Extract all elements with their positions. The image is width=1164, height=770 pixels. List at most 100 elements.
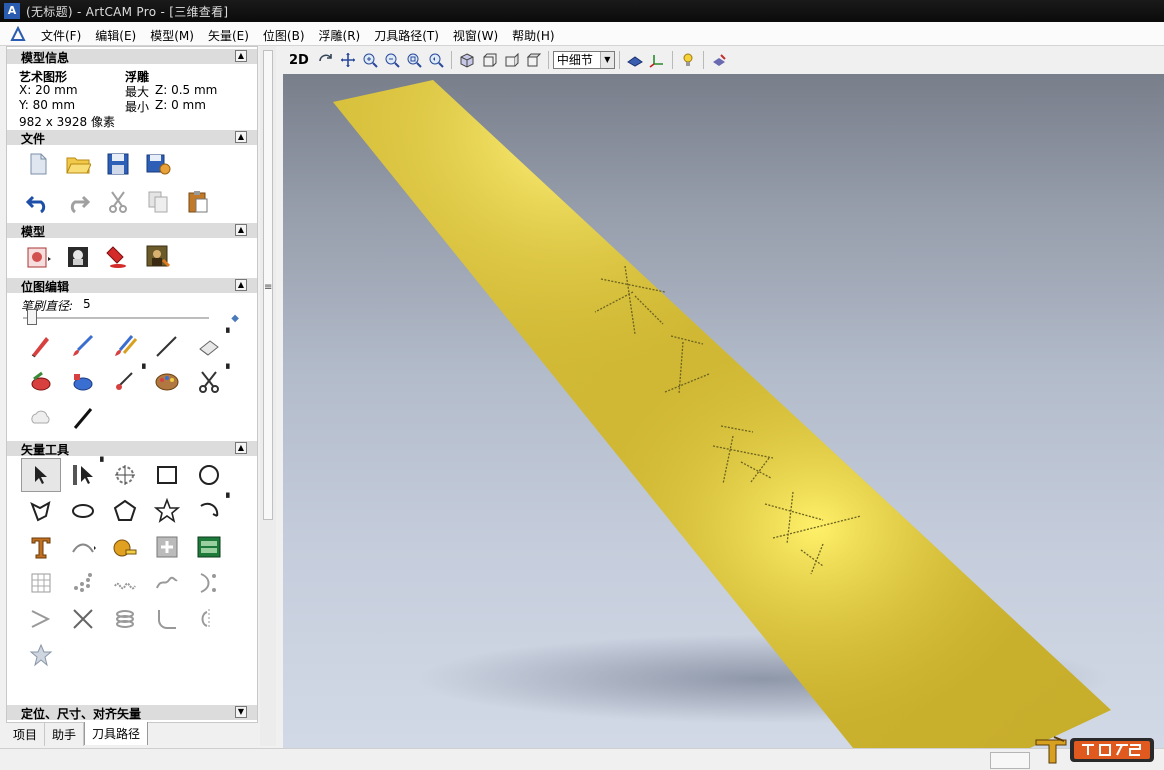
stack-rings-icon[interactable] <box>105 602 145 636</box>
line-pen-icon[interactable] <box>147 329 187 363</box>
rectangle-icon[interactable] <box>147 458 187 492</box>
multi-brush-icon[interactable] <box>105 329 145 363</box>
scissors-bitmap-icon[interactable]: ▘ <box>189 365 233 399</box>
menu-vector[interactable]: 矢量(E) <box>201 27 256 44</box>
draw-plane-icon[interactable] <box>624 49 646 71</box>
vector-tools-header[interactable]: 矢量工具 ▲ <box>7 441 257 457</box>
star-icon[interactable] <box>147 494 187 528</box>
collapse-icon[interactable]: ▲ <box>235 279 247 291</box>
pen-black-icon[interactable] <box>63 401 103 435</box>
brush-blue-icon[interactable] <box>63 329 103 363</box>
chevron-down-icon[interactable]: ▼ <box>599 52 614 68</box>
copy-icon[interactable] <box>143 187 173 217</box>
axes-icon[interactable] <box>646 49 668 71</box>
save-disk-icon[interactable] <box>103 149 133 179</box>
cut-icon[interactable] <box>103 187 133 217</box>
brush-size-slider-thumb[interactable] <box>27 309 38 325</box>
wave-path-icon[interactable] <box>105 566 145 600</box>
transform-icon[interactable] <box>105 458 145 492</box>
zoom-in-icon[interactable] <box>359 49 381 71</box>
view-toolbar: 2D 中细节 ▼ <box>283 46 1164 74</box>
arc-icon[interactable]: ▘ <box>189 494 233 528</box>
circle-icon[interactable] <box>189 458 229 492</box>
fill-red-icon[interactable] <box>21 365 61 399</box>
expand-icon[interactable]: ▼ <box>235 706 247 718</box>
detail-level-select[interactable]: 中细节 ▼ <box>552 51 615 69</box>
menu-edit[interactable]: 编辑(E) <box>88 27 143 44</box>
panel-scrollbar[interactable]: ≡ <box>260 46 276 746</box>
paste-icon[interactable] <box>183 187 213 217</box>
tab-assistant[interactable]: 助手 <box>45 723 85 746</box>
open-folder-icon[interactable] <box>63 149 93 179</box>
menu-bitmap[interactable]: 位图(B) <box>256 27 312 44</box>
save-as-icon[interactable] <box>143 149 173 179</box>
menu-window[interactable]: 视窗(W) <box>446 27 505 44</box>
menu-file[interactable]: 文件(F) <box>34 27 88 44</box>
front-view-icon[interactable] <box>478 49 500 71</box>
rotate-view-icon[interactable] <box>315 49 337 71</box>
brush-size-slider[interactable] <box>23 317 209 319</box>
new-file-icon[interactable] <box>23 149 53 179</box>
ellipse-icon[interactable] <box>63 494 103 528</box>
polyline-icon[interactable] <box>21 494 61 528</box>
smooth-curve-icon[interactable] <box>147 566 187 600</box>
zoom-out-icon[interactable] <box>381 49 403 71</box>
collapse-icon[interactable]: ▲ <box>235 442 247 454</box>
paint-bucket-icon[interactable] <box>103 242 133 272</box>
star-relief-icon[interactable] <box>21 638 61 672</box>
zoom-fit-icon[interactable] <box>403 49 425 71</box>
palette-icon[interactable] <box>147 365 187 399</box>
model-info-header[interactable]: 模型信息 ▲ <box>7 49 257 65</box>
text-tool-icon[interactable] <box>21 530 61 564</box>
toolbar-separator <box>671 51 673 69</box>
model-setup-icon[interactable] <box>23 242 53 272</box>
file-header[interactable]: 文件 ▲ <box>7 130 257 146</box>
dot-array-icon[interactable] <box>63 566 103 600</box>
node-edit-icon[interactable]: ▘ <box>63 458 107 492</box>
undo-icon[interactable] <box>23 187 53 217</box>
chevron-lines-icon[interactable] <box>21 602 61 636</box>
fillet-icon[interactable] <box>147 602 187 636</box>
menu-help[interactable]: 帮助(H) <box>505 27 561 44</box>
text-on-curve-icon[interactable] <box>63 530 103 564</box>
polygon-icon[interactable] <box>105 494 145 528</box>
iso-view-icon[interactable] <box>456 49 478 71</box>
bitmap-edit-header[interactable]: 位图编辑 ▲ <box>7 278 257 294</box>
align-vectors-header[interactable]: 定位、尺寸、对齐矢量 ▼ <box>7 705 257 721</box>
mirror-icon[interactable] <box>189 602 229 636</box>
app-menu-icon[interactable] <box>10 25 26 42</box>
model-header[interactable]: 模型 ▲ <box>7 223 257 239</box>
3d-viewport[interactable] <box>283 74 1164 748</box>
bezier-node-icon[interactable] <box>189 566 229 600</box>
side-view-icon[interactable] <box>500 49 522 71</box>
fill-blue-icon[interactable] <box>63 365 103 399</box>
add-node-icon[interactable] <box>147 530 187 564</box>
tab-project[interactable]: 项目 <box>6 723 46 746</box>
menu-toolpaths[interactable]: 刀具路径(T) <box>367 27 446 44</box>
model-image-icon[interactable] <box>63 242 93 272</box>
material-icon[interactable] <box>708 49 730 71</box>
select-arrow-icon[interactable] <box>21 458 61 492</box>
menu-relief[interactable]: 浮雕(R) <box>312 27 368 44</box>
grid-distort-icon[interactable] <box>21 566 61 600</box>
top-view-icon[interactable] <box>522 49 544 71</box>
eraser-icon[interactable]: ▘ <box>189 329 233 363</box>
tab-toolpaths[interactable]: 刀具路径 <box>84 722 149 745</box>
light-bulb-icon[interactable] <box>677 49 699 71</box>
vector-texture-icon[interactable] <box>189 530 229 564</box>
collapse-icon[interactable]: ▲ <box>235 50 247 62</box>
mona-lisa-icon[interactable] <box>143 242 173 272</box>
view-2d-button[interactable]: 2D <box>283 53 315 68</box>
menu-model[interactable]: 模型(M) <box>143 27 201 44</box>
pan-icon[interactable] <box>337 49 359 71</box>
measure-tape-icon[interactable] <box>105 530 145 564</box>
pick-color-icon[interactable]: ▘ <box>105 365 149 399</box>
window-title: (无标题) - ArtCAM Pro - [三维查看] <box>26 5 229 19</box>
pencil-red-icon[interactable] <box>21 329 61 363</box>
cloud-icon[interactable] <box>21 401 61 435</box>
zoom-previous-icon[interactable] <box>425 49 447 71</box>
redo-icon[interactable] <box>63 187 93 217</box>
collapse-icon[interactable]: ▲ <box>235 224 247 236</box>
trim-scissors-icon[interactable] <box>63 602 103 636</box>
collapse-icon[interactable]: ▲ <box>235 131 247 143</box>
